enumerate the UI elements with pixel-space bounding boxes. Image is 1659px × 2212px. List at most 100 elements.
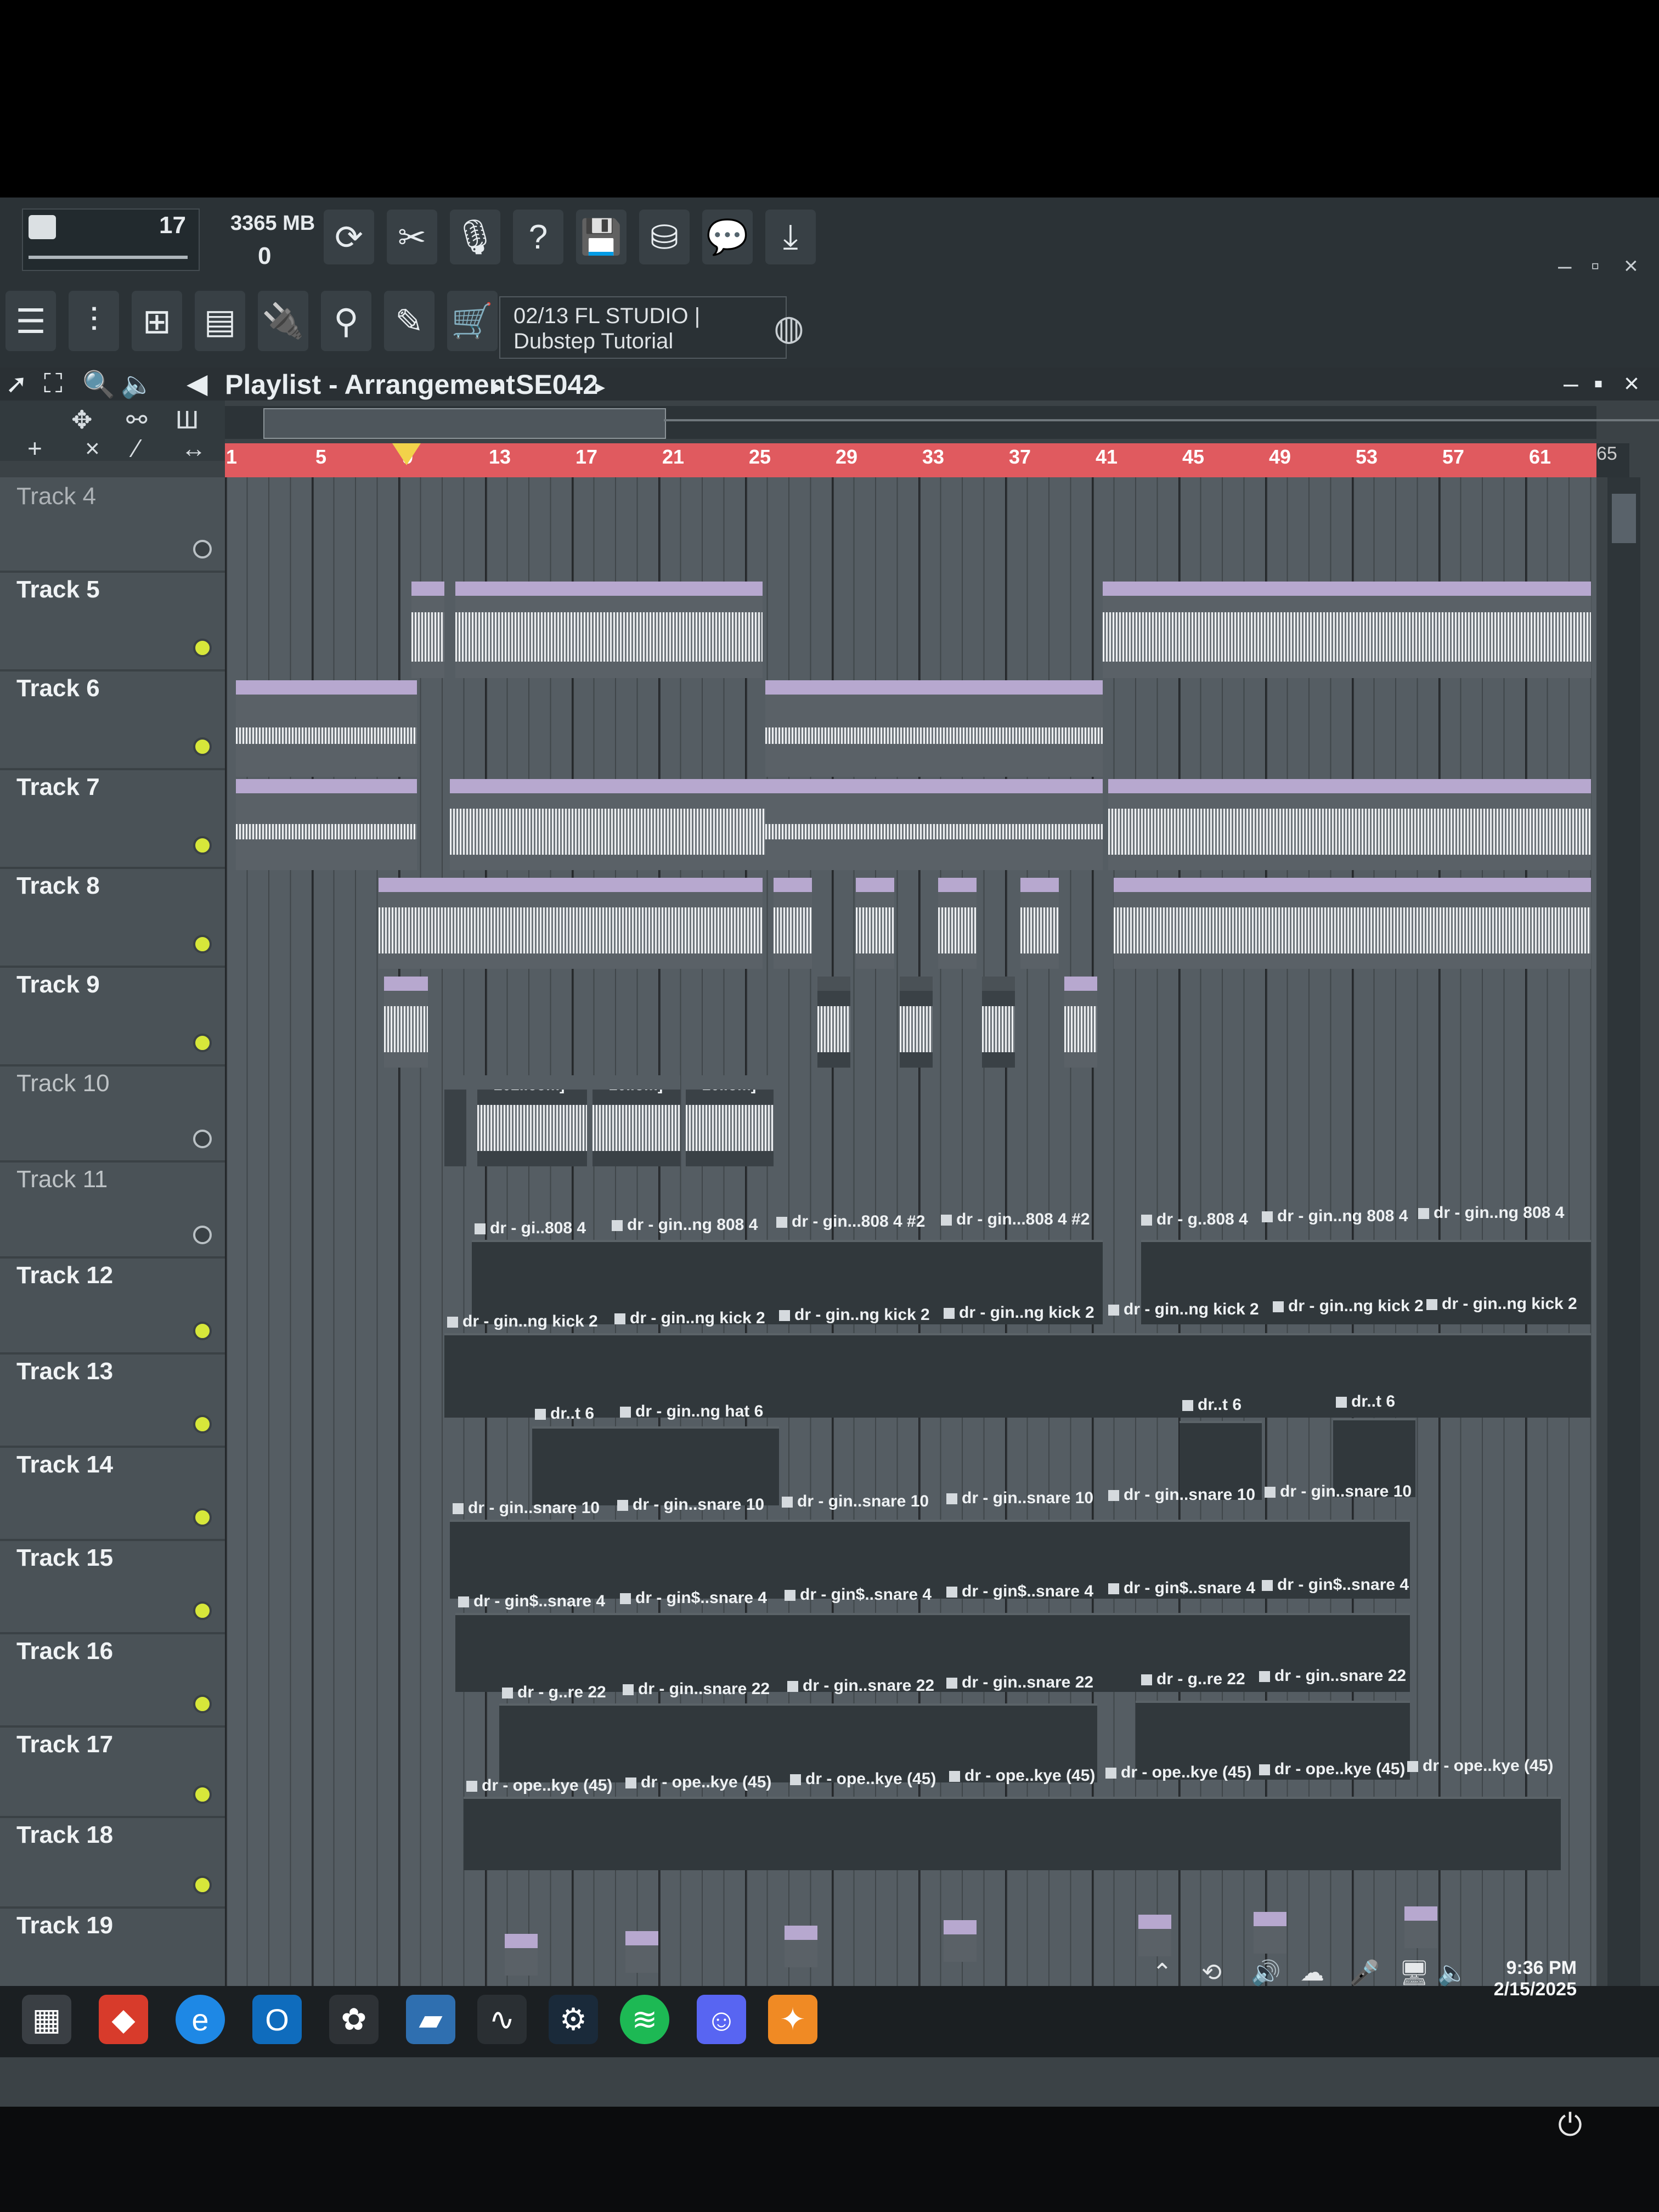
audio-clip[interactable] xyxy=(505,1934,538,1976)
render-icon[interactable]: ⛁ xyxy=(639,210,690,264)
track-mute-toggle[interactable] xyxy=(193,1695,212,1713)
browser-icon[interactable]: ▤ xyxy=(195,291,245,351)
track-mute-toggle[interactable] xyxy=(193,1415,212,1434)
clip-label[interactable]: dr..t 6 xyxy=(1336,1392,1395,1411)
audio-clip[interactable]: × xyxy=(444,1075,466,1166)
store-icon[interactable]: ▦ xyxy=(22,1995,71,2044)
track-header[interactable]: Track 15 xyxy=(0,1539,225,1634)
outlook-icon[interactable]: O xyxy=(252,1995,302,2044)
pattern-clip[interactable] xyxy=(900,977,933,1068)
cart-icon[interactable]: 🛒 xyxy=(447,291,498,351)
audio-clip[interactable] xyxy=(379,878,763,969)
track-mute-toggle[interactable] xyxy=(193,1508,212,1527)
track-header[interactable]: Track 7 xyxy=(0,768,225,869)
track-header[interactable]: Track 11 xyxy=(0,1160,225,1259)
system-clock[interactable]: 9:36 PM 2/15/2025 xyxy=(1494,1957,1577,2000)
slice-icon[interactable]: ⁄ xyxy=(134,433,139,463)
delete-icon[interactable]: × xyxy=(85,433,100,463)
chevron-up-icon[interactable]: ⌃ xyxy=(1152,1959,1172,1987)
track-header[interactable]: Track 4 xyxy=(0,477,225,573)
clip-label[interactable]: dr - gin..snare 10 xyxy=(1265,1482,1412,1501)
audio-clip[interactable] xyxy=(1138,1915,1171,1956)
clip-label[interactable]: dr - gin..snare 10 xyxy=(1108,1486,1255,1504)
globe-icon[interactable]: ◍ xyxy=(774,307,804,348)
steam-icon[interactable]: ⚙ xyxy=(549,1995,598,2044)
snap-icon[interactable]: ✥ xyxy=(71,405,93,435)
wave-icon[interactable]: ∿ xyxy=(477,1995,527,2044)
pattern-block[interactable] xyxy=(464,1797,1561,1870)
audio-clip[interactable] xyxy=(384,977,428,1068)
clip-label[interactable]: dr - gin..snare 10 xyxy=(946,1489,1093,1508)
save-icon[interactable]: 💾 xyxy=(576,210,627,264)
audio-clip[interactable] xyxy=(411,582,444,678)
clip-label[interactable]: dr - ope..kye (45) xyxy=(466,1776,612,1795)
spotify-icon[interactable]: ≋ xyxy=(620,1995,669,2044)
clip-label[interactable]: dr - gin..snare 10 xyxy=(782,1492,929,1511)
channel-rack-icon[interactable]: ⊞ xyxy=(132,291,182,351)
track-header[interactable]: Track 6 xyxy=(0,669,225,770)
stretch-icon[interactable]: ↔ xyxy=(181,433,206,463)
clip-label[interactable]: dr - ope..kye (45) xyxy=(949,1767,1095,1785)
zoom-icon[interactable]: 🔍 xyxy=(82,369,115,400)
clip-label[interactable]: dr - gin$..snare 4 xyxy=(620,1589,767,1607)
gallery-icon[interactable]: ▰ xyxy=(406,1995,455,2044)
app-icon[interactable]: ◆ xyxy=(99,1995,148,2044)
clip-label[interactable]: dr - gin$..snare 4 xyxy=(1262,1576,1409,1594)
clip-label[interactable]: dr - gin..snare 22 xyxy=(946,1673,1093,1692)
pointer-icon[interactable]: ➚ xyxy=(5,369,27,399)
clip-label[interactable]: dr - gin..snare 10 xyxy=(617,1496,764,1514)
pattern-selector[interactable]: SE042 xyxy=(516,369,598,400)
audio-clip[interactable] xyxy=(236,779,417,870)
track-mute-toggle[interactable] xyxy=(193,1601,212,1620)
audio-clip[interactable] xyxy=(785,1926,817,1967)
clip-label[interactable]: dr - gin..ng kick 2 xyxy=(1273,1297,1424,1316)
track-header[interactable]: Track 13 xyxy=(0,1352,225,1448)
track-mute-toggle[interactable] xyxy=(193,935,212,953)
mic-icon[interactable]: 🎙 xyxy=(450,210,500,264)
track-header[interactable]: Track 8 xyxy=(0,867,225,968)
track-mute-toggle[interactable] xyxy=(193,639,212,657)
cloud-icon[interactable]: ☁ xyxy=(1300,1959,1324,1987)
refresh-icon[interactable]: ⟳ xyxy=(324,210,374,264)
pattern-clip[interactable] xyxy=(817,977,850,1068)
song-position-marker[interactable] xyxy=(392,443,421,465)
plugin-icon[interactable]: 🔌 xyxy=(258,291,308,351)
clip-label[interactable]: dr - g..808 4 xyxy=(1141,1210,1248,1229)
track-mute-toggle[interactable] xyxy=(193,1322,212,1340)
add-icon[interactable]: + xyxy=(27,433,42,463)
track-mute-toggle[interactable] xyxy=(193,1785,212,1804)
track-header[interactable]: Track 16 xyxy=(0,1632,225,1728)
chevron-right-icon[interactable]: ▸ xyxy=(595,375,605,398)
scroll-thumb[interactable] xyxy=(1612,494,1636,543)
speaker-icon[interactable]: 🔈 xyxy=(1437,1959,1468,1987)
audio-clip[interactable] xyxy=(1103,582,1591,678)
audio-clip[interactable] xyxy=(765,680,1103,777)
clip-label[interactable]: dr - gin..ng hat 6 xyxy=(620,1402,763,1421)
clip-label[interactable]: dr - gin$..snare 4 xyxy=(1108,1579,1255,1598)
track-header[interactable]: Track 17 xyxy=(0,1725,225,1818)
mic-icon[interactable]: 🎤 xyxy=(1350,1959,1380,1987)
audio-clip[interactable] xyxy=(938,878,977,969)
pattern-clip[interactable] xyxy=(982,977,1015,1068)
vertical-scrollbar[interactable] xyxy=(1607,477,1640,2035)
audio-clip[interactable]: × 202..com] xyxy=(477,1075,587,1166)
audio-clip[interactable] xyxy=(1114,878,1591,969)
audio-clip[interactable] xyxy=(1020,878,1059,969)
clip-label[interactable]: dr - gin..ng kick 2 xyxy=(944,1304,1094,1322)
discord-icon[interactable]: ☺ xyxy=(697,1995,746,2044)
audio-clip[interactable] xyxy=(1064,977,1097,1068)
clip-label[interactable]: dr - gin..ng kick 2 xyxy=(1108,1300,1259,1319)
snap-icon[interactable]: ⛶ xyxy=(44,369,63,399)
clip-label[interactable]: dr - gin..snare 22 xyxy=(623,1680,770,1699)
photos-icon[interactable]: ✿ xyxy=(329,1995,379,2044)
mixer-icon[interactable]: ⫶ xyxy=(69,291,119,351)
fl-studio-icon[interactable]: ✦ xyxy=(768,1995,817,2044)
clip-label[interactable]: dr - gin...808 4 #2 xyxy=(776,1212,925,1231)
track-mute-toggle[interactable] xyxy=(193,540,212,558)
close-icon[interactable]: × xyxy=(1624,369,1639,399)
download-icon[interactable]: ⤓ xyxy=(765,210,816,264)
track-header[interactable]: Track 12 xyxy=(0,1256,225,1355)
audio-clip[interactable]: × 20..om] xyxy=(686,1075,774,1166)
audio-clip[interactable] xyxy=(1254,1912,1286,1954)
clip-label[interactable]: dr - gin...808 4 #2 xyxy=(941,1210,1090,1229)
